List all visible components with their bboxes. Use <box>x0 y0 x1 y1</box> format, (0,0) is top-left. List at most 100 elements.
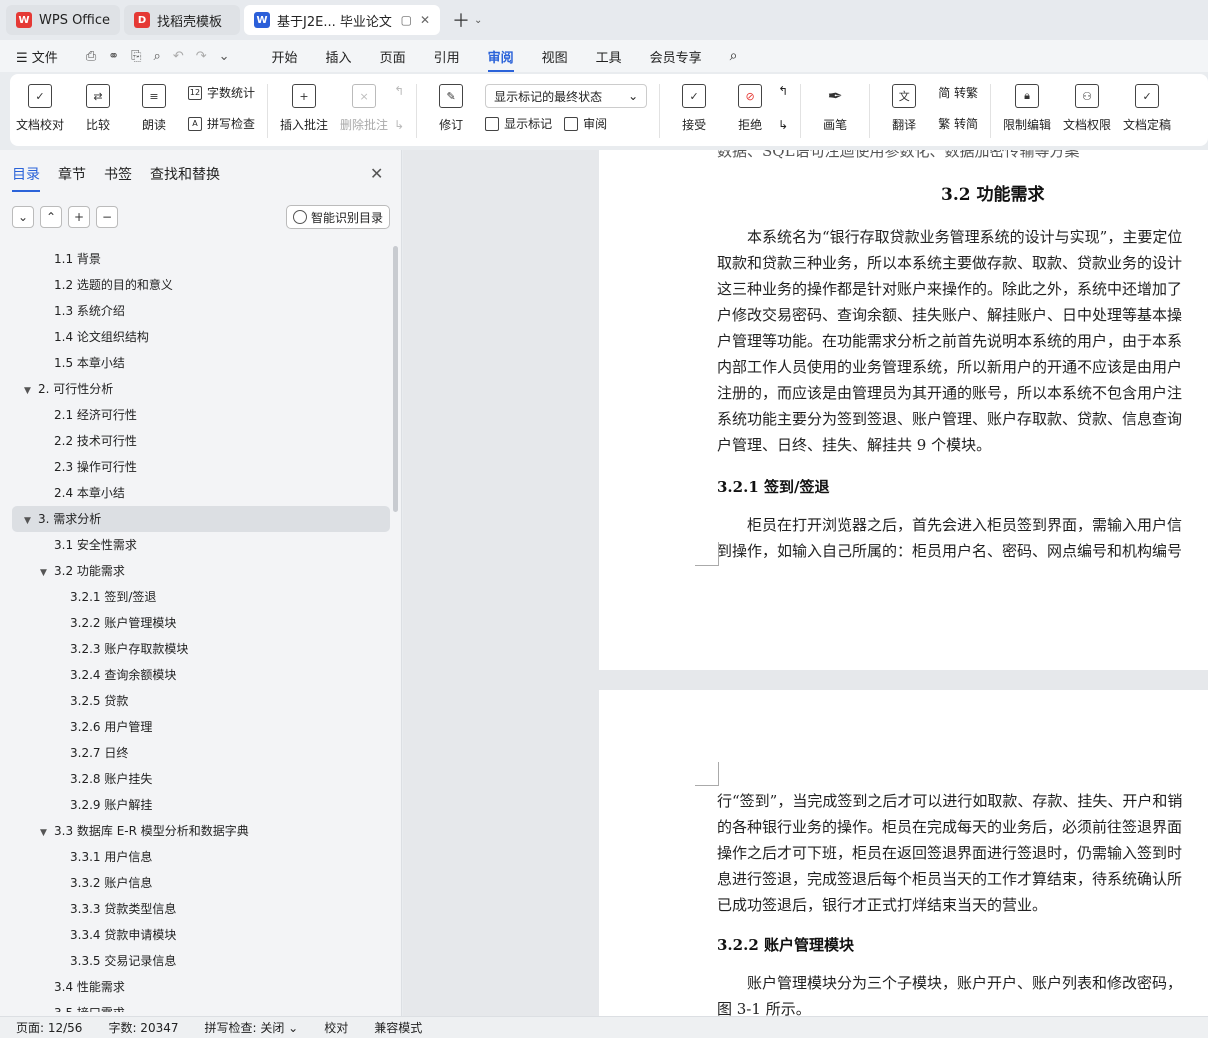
expand-arrow-icon[interactable]: ▼ <box>40 560 52 586</box>
print-icon[interactable]: ⎘ <box>131 49 141 64</box>
accept-button[interactable]: ✓ 接受 <box>672 84 716 133</box>
to-traditional-button[interactable]: 简 转繁 <box>938 84 978 101</box>
toc-item[interactable]: ▼ 2. 可行性分析 <box>12 376 390 402</box>
toc-item[interactable]: 3.2.7 日终 <box>12 740 390 766</box>
toc-item[interactable]: 1.3 系统介绍 <box>12 298 390 324</box>
tab-docer-templates[interactable]: D 找稻壳模板 <box>124 5 241 35</box>
compare-button[interactable]: ⇄ 比较 <box>76 84 120 133</box>
restrict-edit-button[interactable]: 🔒︎ 限制编辑 <box>1003 84 1051 133</box>
tab-toc[interactable]: 目录 <box>12 164 40 192</box>
toc-item[interactable]: 3.2.9 账户解挂 <box>12 792 390 818</box>
chevron-up-icon[interactable]: ⌃ <box>40 206 62 228</box>
toc-item[interactable]: 1.4 论文组织结构 <box>12 324 390 350</box>
tab-chapters[interactable]: 章节 <box>58 164 86 192</box>
toc-item[interactable]: 3.3.4 贷款申请模块 <box>12 922 390 948</box>
word-count-button[interactable]: 12 字数统计 <box>188 84 255 101</box>
doc-check-button[interactable]: ✓ 文档校对 <box>16 84 64 133</box>
menu-reference[interactable]: 引用 <box>434 47 460 66</box>
doc-permission-button[interactable]: ⚇ 文档权限 <box>1063 84 1111 133</box>
undo-icon[interactable]: ↶ <box>173 49 184 64</box>
reject-button[interactable]: ⊘ 拒绝 <box>728 84 772 133</box>
proof-button[interactable]: 校对 <box>324 1019 348 1036</box>
menu-home[interactable]: 开始 <box>272 47 298 66</box>
expand-arrow-icon[interactable]: ▼ <box>24 378 36 404</box>
plus-icon[interactable]: + <box>68 206 90 228</box>
tab-document[interactable]: W 基于J2E... 毕业论文 ▢ ✕ <box>244 5 441 35</box>
link-icon[interactable]: ⚭ <box>108 49 119 64</box>
word-count[interactable]: 字数: 20347 <box>108 1019 178 1036</box>
menu-view[interactable]: 视图 <box>542 47 568 66</box>
pen-button[interactable]: ✒ 画笔 <box>813 84 857 133</box>
prev-change-icon[interactable]: ↰ <box>778 84 788 98</box>
spell-check-status[interactable]: 拼写检查: 关闭 ⌄ <box>205 1019 299 1036</box>
toc-item[interactable]: 3.5 接口需求 <box>12 1000 390 1012</box>
toc-item[interactable]: 3.2.8 账户挂失 <box>12 766 390 792</box>
save-icon[interactable]: ⎙ <box>86 49 96 64</box>
toc-item[interactable]: 3.3.2 账户信息 <box>12 870 390 896</box>
smart-toc-button[interactable]: 智能识别目录 <box>286 205 390 229</box>
review-pane-button[interactable]: 审阅 <box>564 115 607 132</box>
minus-icon[interactable]: − <box>96 206 118 228</box>
tab-wps-office[interactable]: W WPS Office <box>6 5 121 35</box>
toc-item[interactable]: 1.5 本章小结 <box>12 350 390 376</box>
new-tab-icon[interactable]: ＋ <box>452 7 470 33</box>
toc-item[interactable]: 3.2.6 用户管理 <box>12 714 390 740</box>
toc-item[interactable]: 3.2.3 账户存取款模块 <box>12 636 390 662</box>
toc-item[interactable]: 3.3.3 贷款类型信息 <box>12 896 390 922</box>
toc-item[interactable]: 1.2 选题的目的和意义 <box>12 272 390 298</box>
toc-item[interactable]: 2.3 操作可行性 <box>12 454 390 480</box>
menu-review[interactable]: 审阅 <box>487 47 514 72</box>
expand-arrow-icon[interactable]: ▼ <box>40 820 52 846</box>
doc-finalize-button[interactable]: ✓ 文档定稿 <box>1123 84 1171 133</box>
document-page[interactable]: 数据、SQL语句注迴使用参数化、数据加密传输等方案 3.2 功能需求 本系统名为… <box>599 150 1208 670</box>
document-page[interactable]: 行“签到”，当完成签到之后才可以进行如取款、存款、挂失、开户和销 的各种银行业务的… <box>599 690 1208 1016</box>
toc-scrollbar[interactable] <box>393 246 398 512</box>
chevron-down-icon[interactable]: ⌄ <box>12 206 34 228</box>
expand-arrow-icon[interactable]: ▼ <box>24 508 36 534</box>
menu-tools[interactable]: 工具 <box>596 47 622 66</box>
menu-page[interactable]: 页面 <box>380 47 406 66</box>
insert-comment-button[interactable]: + 插入批注 <box>280 84 328 133</box>
toc-item[interactable]: 3.3.5 交易记录信息 <box>12 948 390 974</box>
chevron-down-icon[interactable]: ⌄ <box>474 15 482 26</box>
toc-item[interactable]: 3.4 性能需求 <box>12 974 390 1000</box>
close-tab-icon[interactable]: ✕ <box>420 13 430 27</box>
toc-item[interactable]: 3.2.1 签到/签退 <box>12 584 390 610</box>
toc-item[interactable]: 3.1 安全性需求 <box>12 532 390 558</box>
toc-item[interactable]: ▼ 3. 需求分析 <box>12 506 390 532</box>
toc-item[interactable]: 3.3.1 用户信息 <box>12 844 390 870</box>
more-icon[interactable]: ⌄ <box>219 49 230 64</box>
toc-item[interactable]: ▼ 3.3 数据库 E-R 模型分析和数据字典 <box>12 818 390 844</box>
to-simplified-button[interactable]: 繁 转简 <box>938 115 978 132</box>
close-icon[interactable]: ✕ <box>370 164 383 183</box>
next-comment-icon[interactable]: ↳ <box>394 118 404 132</box>
translate-button[interactable]: 文 翻译 <box>882 84 926 133</box>
toc-item[interactable]: 2.1 经济可行性 <box>12 402 390 428</box>
spell-check-button[interactable]: A 拼写检查 <box>188 115 255 132</box>
menu-membership[interactable]: 会员专享 <box>650 47 702 66</box>
redo-icon[interactable]: ↷ <box>196 49 207 64</box>
toc-item[interactable]: 2.2 技术可行性 <box>12 428 390 454</box>
print-preview-icon[interactable]: ⌕ <box>154 49 161 64</box>
toc-item[interactable]: ▼ 3.2 功能需求 <box>12 558 390 584</box>
window-restore-icon[interactable]: ▢ <box>401 13 412 27</box>
toc-item[interactable]: 1.1 背景 <box>12 246 390 272</box>
menu-insert[interactable]: 插入 <box>326 47 352 66</box>
toc-item[interactable]: 3.2.5 贷款 <box>12 688 390 714</box>
toc-item[interactable]: 3.2.4 查询余额模块 <box>12 662 390 688</box>
document-area[interactable]: 数据、SQL语句注迴使用参数化、数据加密传输等方案 3.2 功能需求 本系统名为… <box>403 150 1208 1016</box>
tab-bookmarks[interactable]: 书签 <box>104 164 132 192</box>
page-indicator[interactable]: 页面: 12/56 <box>16 1019 82 1036</box>
read-aloud-button[interactable]: ≡ 朗读 <box>132 84 176 133</box>
revise-button[interactable]: ✎ 修订 <box>429 84 473 133</box>
prev-comment-icon[interactable]: ↰ <box>394 84 404 98</box>
show-markup-button[interactable]: 显示标记 <box>485 115 552 132</box>
markup-state-select[interactable]: 显示标记的最终状态 ⌄ <box>485 84 648 108</box>
delete-comment-button[interactable]: × 删除批注 <box>340 84 388 133</box>
toc-item[interactable]: 3.2.2 账户管理模块 <box>12 610 390 636</box>
toc-item[interactable]: 2.4 本章小结 <box>12 480 390 506</box>
tab-find-replace[interactable]: 查找和替换 <box>150 164 220 192</box>
menu-file[interactable]: ☰ 文件 <box>16 47 58 66</box>
search-icon[interactable]: ⌕ <box>730 48 738 64</box>
next-change-icon[interactable]: ↳ <box>778 118 788 132</box>
